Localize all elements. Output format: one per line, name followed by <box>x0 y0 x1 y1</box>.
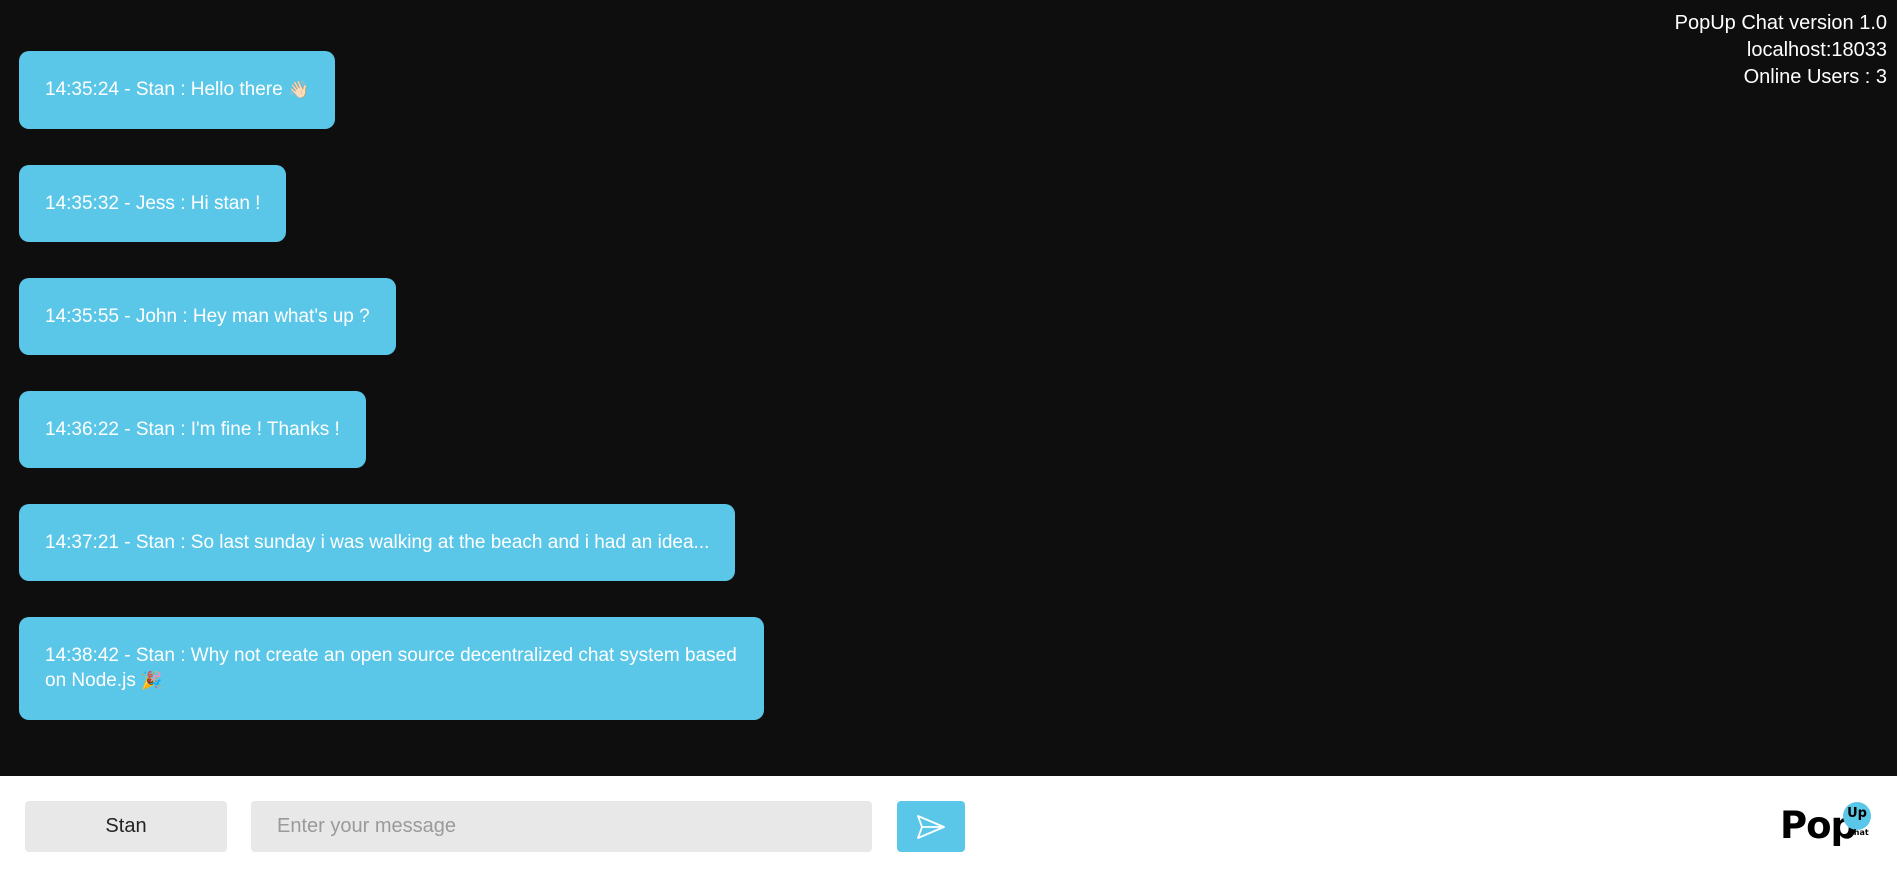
online-users-label: Online Users : 3 <box>1743 66 1887 88</box>
send-button[interactable] <box>897 801 965 852</box>
username-input[interactable] <box>25 801 227 852</box>
composer-bar: Pop Up chat <box>0 776 1897 872</box>
chat-area: PopUp Chat version 1.0 localhost:18033 O… <box>0 0 1897 776</box>
logo-up-badge: Up <box>1843 802 1871 830</box>
popup-logo: Pop Up chat <box>1780 802 1872 850</box>
party-emoji-icon: 🎉 <box>141 671 163 691</box>
host-label: localhost:18033 <box>1746 39 1887 61</box>
message-text: 14:35:32 - Jess : Hi stan ! <box>45 193 261 214</box>
message-list: 14:35:24 - Stan : Hello there 👋🏻 14:35:3… <box>19 51 819 756</box>
message-text: 14:35:55 - John : Hey man what's up ? <box>45 306 370 327</box>
message-bubble: 14:37:21 - Stan : So last sunday i was w… <box>19 504 736 581</box>
message-bubble: 14:35:55 - John : Hey man what's up ? <box>19 278 396 355</box>
message-bubble: 14:36:22 - Stan : I'm fine ! Thanks ! <box>19 391 366 468</box>
message-text: 14:36:22 - Stan : I'm fine ! Thanks ! <box>45 419 340 440</box>
message-bubble: 14:35:32 - Jess : Hi stan ! <box>19 165 287 242</box>
logo-chat-text: chat <box>1849 828 1869 837</box>
message-input[interactable] <box>251 801 872 852</box>
wave-emoji-icon: 👋🏻 <box>287 80 310 100</box>
server-info: PopUp Chat version 1.0 localhost:18033 O… <box>1675 10 1887 91</box>
message-text: 14:37:21 - Stan : So last sunday i was w… <box>45 532 710 553</box>
message-bubble: 14:35:24 - Stan : Hello there 👋🏻 <box>19 51 336 129</box>
version-label: PopUp Chat version 1.0 <box>1674 12 1887 34</box>
send-icon <box>917 814 945 839</box>
message-text: 14:35:24 - Stan : Hello there <box>45 79 283 100</box>
message-bubble: 14:38:42 - Stan : Why not create an open… <box>19 617 764 720</box>
